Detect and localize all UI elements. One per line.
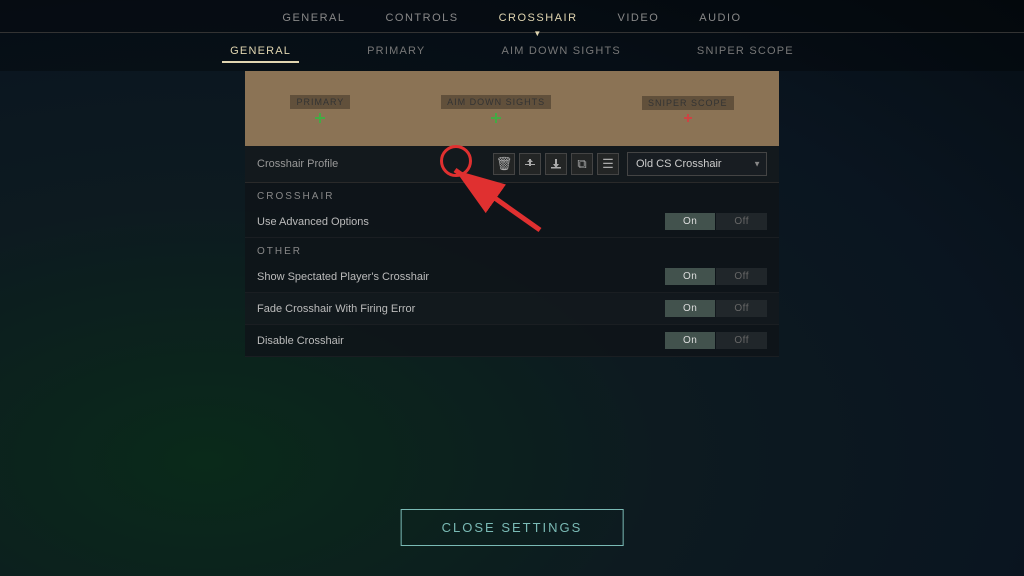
show-spectated-crosshair-toggle: On Off: [665, 268, 767, 285]
disable-crosshair-on[interactable]: On: [665, 332, 715, 349]
preview-primary: PRIMARY: [290, 95, 350, 123]
fade-crosshair-row: Fade Crosshair With Firing Error On Off: [245, 293, 779, 325]
import-profile-button[interactable]: [545, 153, 567, 175]
fade-crosshair-label: Fade Crosshair With Firing Error: [257, 303, 665, 315]
show-spectated-crosshair-row: Show Spectated Player's Crosshair On Off: [245, 261, 779, 293]
use-advanced-options-row: Use Advanced Options On Off: [245, 206, 779, 238]
sub-nav: GENERAL PRIMARY AIM DOWN SIGHTS SNIPER S…: [0, 33, 1024, 71]
close-settings-button[interactable]: CLOSE SETTINGS: [401, 509, 624, 546]
crosshair-preview: PRIMARY AIM DOWN SIGHTS SNIPER SCOPE: [245, 71, 779, 146]
use-advanced-options-on[interactable]: On: [665, 213, 715, 230]
subnav-primary[interactable]: PRIMARY: [359, 41, 433, 63]
nav-crosshair[interactable]: CROSSHAIR: [499, 8, 578, 28]
preview-ads-label: AIM DOWN SIGHTS: [441, 95, 551, 109]
fade-crosshair-off[interactable]: Off: [716, 300, 767, 317]
disable-crosshair-toggle: On Off: [665, 332, 767, 349]
profile-dropdown[interactable]: Old CS Crosshair Default Custom: [627, 152, 767, 176]
top-nav: GENERAL CONTROLS CROSSHAIR VIDEO AUDIO: [0, 0, 1024, 33]
profile-dropdown-wrapper: Old CS Crosshair Default Custom: [627, 152, 767, 176]
show-spectated-crosshair-label: Show Spectated Player's Crosshair: [257, 271, 665, 283]
fade-crosshair-on[interactable]: On: [665, 300, 715, 317]
use-advanced-options-off[interactable]: Off: [716, 213, 767, 230]
preview-ads: AIM DOWN SIGHTS: [441, 95, 551, 123]
use-advanced-options-label: Use Advanced Options: [257, 216, 665, 228]
crosshair-primary: [315, 113, 325, 123]
nav-controls[interactable]: CONTROLS: [385, 8, 458, 28]
use-advanced-options-toggle: On Off: [665, 213, 767, 230]
nav-video[interactable]: VIDEO: [618, 8, 660, 28]
fade-crosshair-toggle: On Off: [665, 300, 767, 317]
other-section-header: OTHER: [245, 238, 779, 261]
subnav-aim-down-sights[interactable]: AIM DOWN SIGHTS: [493, 41, 628, 63]
list-profile-button[interactable]: ☰: [597, 153, 619, 175]
nav-audio[interactable]: AUDIO: [699, 8, 741, 28]
crosshair-section-header: CROSSHAIR: [245, 183, 779, 206]
preview-sniper: SNIPER SCOPE: [642, 96, 734, 122]
disable-crosshair-label: Disable Crosshair: [257, 335, 665, 347]
crosshair-ads: [491, 113, 501, 123]
copy-profile-button[interactable]: ⧉: [571, 153, 593, 175]
nav-general[interactable]: GENERAL: [282, 8, 345, 28]
preview-primary-label: PRIMARY: [290, 95, 350, 109]
show-spectated-on[interactable]: On: [665, 268, 715, 285]
profile-label: Crosshair Profile: [257, 158, 485, 170]
export-profile-button[interactable]: [519, 153, 541, 175]
crosshair-sniper: [684, 114, 692, 122]
disable-crosshair-off[interactable]: Off: [716, 332, 767, 349]
disable-crosshair-row: Disable Crosshair On Off: [245, 325, 779, 357]
subnav-general[interactable]: GENERAL: [222, 41, 299, 63]
delete-profile-button[interactable]: 🗑: [493, 153, 515, 175]
show-spectated-off[interactable]: Off: [716, 268, 767, 285]
subnav-sniper-scope[interactable]: SNIPER SCOPE: [689, 41, 802, 63]
profile-icons: 🗑 ⧉ ☰: [493, 153, 619, 175]
profile-row: Crosshair Profile 🗑 ⧉ ☰ Old CS Crosshair…: [245, 146, 779, 183]
settings-panel: Crosshair Profile 🗑 ⧉ ☰ Old CS Crosshair…: [245, 146, 779, 357]
close-settings-wrapper: CLOSE SETTINGS: [401, 509, 624, 546]
preview-sniper-label: SNIPER SCOPE: [642, 96, 734, 110]
